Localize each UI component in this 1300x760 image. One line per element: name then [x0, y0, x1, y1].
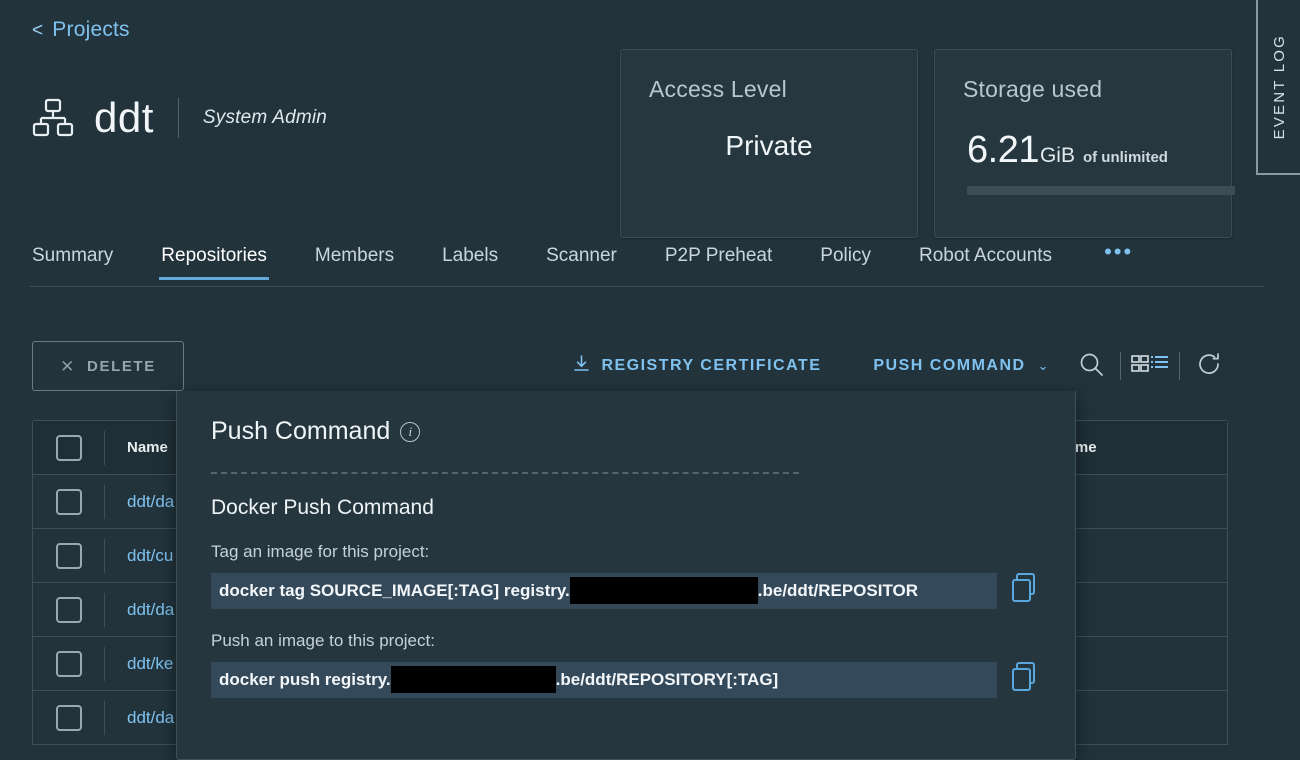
grid-list-toggle-icon: [1131, 353, 1169, 380]
redacted-hostname: [570, 577, 758, 604]
search-button[interactable]: [1068, 346, 1114, 386]
tab-overflow-menu[interactable]: •••: [1076, 245, 1151, 270]
access-level-card-title: Access Level: [649, 76, 889, 103]
search-icon: [1077, 350, 1105, 383]
download-icon: [572, 354, 591, 378]
toolbar-divider-1: [1120, 352, 1121, 380]
row-checkbox[interactable]: [56, 543, 82, 569]
project-stat-cards: Access Level Private Storage used 6.21 G…: [620, 49, 1232, 238]
push-command-text[interactable]: docker push registry. .be/ddt/REPOSITORY[…: [211, 662, 997, 698]
row-checkbox[interactable]: [56, 597, 82, 623]
tab-repositories[interactable]: Repositories: [137, 245, 291, 279]
chevron-left-icon: <: [32, 21, 43, 40]
access-level-card: Access Level Private: [620, 49, 918, 238]
row-checkbox-cell[interactable]: [33, 539, 105, 573]
row-checkbox-cell[interactable]: [33, 593, 105, 627]
breadcrumb-label: Projects: [52, 18, 129, 42]
select-all-checkbox-cell[interactable]: [33, 431, 105, 465]
tab-labels[interactable]: Labels: [418, 245, 522, 279]
push-command-panel-title-row: Push Command i: [211, 417, 1041, 446]
storage-used-value-row: 6.21 GiB of unlimited: [963, 129, 1203, 172]
registry-certificate-button[interactable]: REGISTRY CERTIFICATE: [554, 354, 839, 378]
tag-image-label: Tag an image for this project:: [211, 542, 1041, 562]
copy-icon[interactable]: [1011, 572, 1041, 609]
close-x-icon: ✕: [60, 358, 76, 375]
tab-p2p-preheat[interactable]: P2P Preheat: [641, 245, 796, 279]
toolbar-actions: REGISTRY CERTIFICATE PUSH COMMAND ⌄: [554, 346, 1232, 386]
storage-used-card: Storage used 6.21 GiB of unlimited: [934, 49, 1232, 238]
storage-used-number: 6.21: [967, 129, 1039, 172]
event-log-label: EVENT LOG: [1271, 34, 1288, 139]
docker-push-command-subtitle: Docker Push Command: [211, 496, 1041, 520]
storage-used-progress-bar: [967, 186, 1235, 195]
copy-icon[interactable]: [1011, 661, 1041, 698]
refresh-icon: [1195, 350, 1223, 383]
refresh-button[interactable]: [1186, 346, 1232, 386]
info-icon[interactable]: i: [400, 422, 420, 442]
push-command-button[interactable]: PUSH COMMAND ⌄: [855, 357, 1068, 375]
storage-used-card-title: Storage used: [963, 76, 1203, 103]
title-divider: [178, 98, 179, 138]
tab-members[interactable]: Members: [291, 245, 418, 279]
push-command-row: docker push registry. .be/ddt/REPOSITORY[…: [211, 661, 1041, 698]
registry-certificate-label: REGISTRY CERTIFICATE: [601, 357, 821, 375]
event-log-rail-button[interactable]: EVENT LOG: [1256, 0, 1300, 175]
storage-used-suffix: of unlimited: [1083, 149, 1168, 166]
push-command-label: PUSH COMMAND: [873, 357, 1025, 375]
tag-command-text[interactable]: docker tag SOURCE_IMAGE[:TAG] registry..…: [211, 573, 997, 609]
access-level-card-body: Private: [649, 103, 889, 189]
row-checkbox[interactable]: [56, 705, 82, 731]
row-checkbox[interactable]: [56, 489, 82, 515]
org-chart-icon: [30, 95, 76, 141]
panel-dashed-divider: [211, 472, 799, 474]
harbor-project-page: < Projects ddt System Admin Access Level…: [0, 0, 1300, 760]
push-command-panel-title: Push Command: [211, 417, 390, 446]
toolbar-divider-2: [1179, 352, 1180, 380]
tab-summary[interactable]: Summary: [30, 245, 137, 279]
tag-command-prefix: docker tag SOURCE_IMAGE[:TAG] registry.: [219, 581, 570, 601]
push-command-prefix: docker push registry.: [219, 670, 391, 690]
project-tabbar: Summary Repositories Members Labels Scan…: [30, 245, 1264, 287]
tab-robot-accounts[interactable]: Robot Accounts: [895, 245, 1076, 279]
select-all-checkbox[interactable]: [56, 435, 82, 461]
row-checkbox-cell[interactable]: [33, 701, 105, 735]
access-level-value: Private: [725, 130, 812, 162]
delete-button-label: DELETE: [87, 358, 156, 375]
tab-scanner[interactable]: Scanner: [522, 245, 641, 279]
push-command-dropdown-panel: Push Command i Docker Push Command Tag a…: [176, 391, 1076, 760]
project-role-label: System Admin: [203, 107, 327, 129]
push-command-suffix: .be/ddt/REPOSITORY[:TAG]: [556, 670, 779, 690]
breadcrumb-back-projects[interactable]: < Projects: [32, 18, 130, 42]
row-checkbox-cell[interactable]: [33, 647, 105, 681]
row-checkbox[interactable]: [56, 651, 82, 677]
chevron-down-icon: ⌄: [1038, 358, 1050, 374]
page-title: ddt: [94, 97, 154, 139]
row-checkbox-cell[interactable]: [33, 485, 105, 519]
project-header: ddt System Admin: [30, 95, 327, 141]
push-image-label: Push an image to this project:: [211, 631, 1041, 651]
tag-command-row: docker tag SOURCE_IMAGE[:TAG] registry..…: [211, 572, 1041, 609]
tag-command-suffix: .be/ddt/REPOSITOR: [758, 581, 918, 601]
storage-used-unit: GiB: [1040, 144, 1075, 168]
tab-policy[interactable]: Policy: [796, 245, 895, 279]
view-toggle-button[interactable]: [1127, 346, 1173, 386]
delete-button[interactable]: ✕ DELETE: [32, 341, 184, 391]
redacted-hostname: [391, 666, 556, 693]
repositories-toolbar: ✕ DELETE REGISTRY CERTIFICATE PUSH COMMA…: [32, 340, 1232, 392]
